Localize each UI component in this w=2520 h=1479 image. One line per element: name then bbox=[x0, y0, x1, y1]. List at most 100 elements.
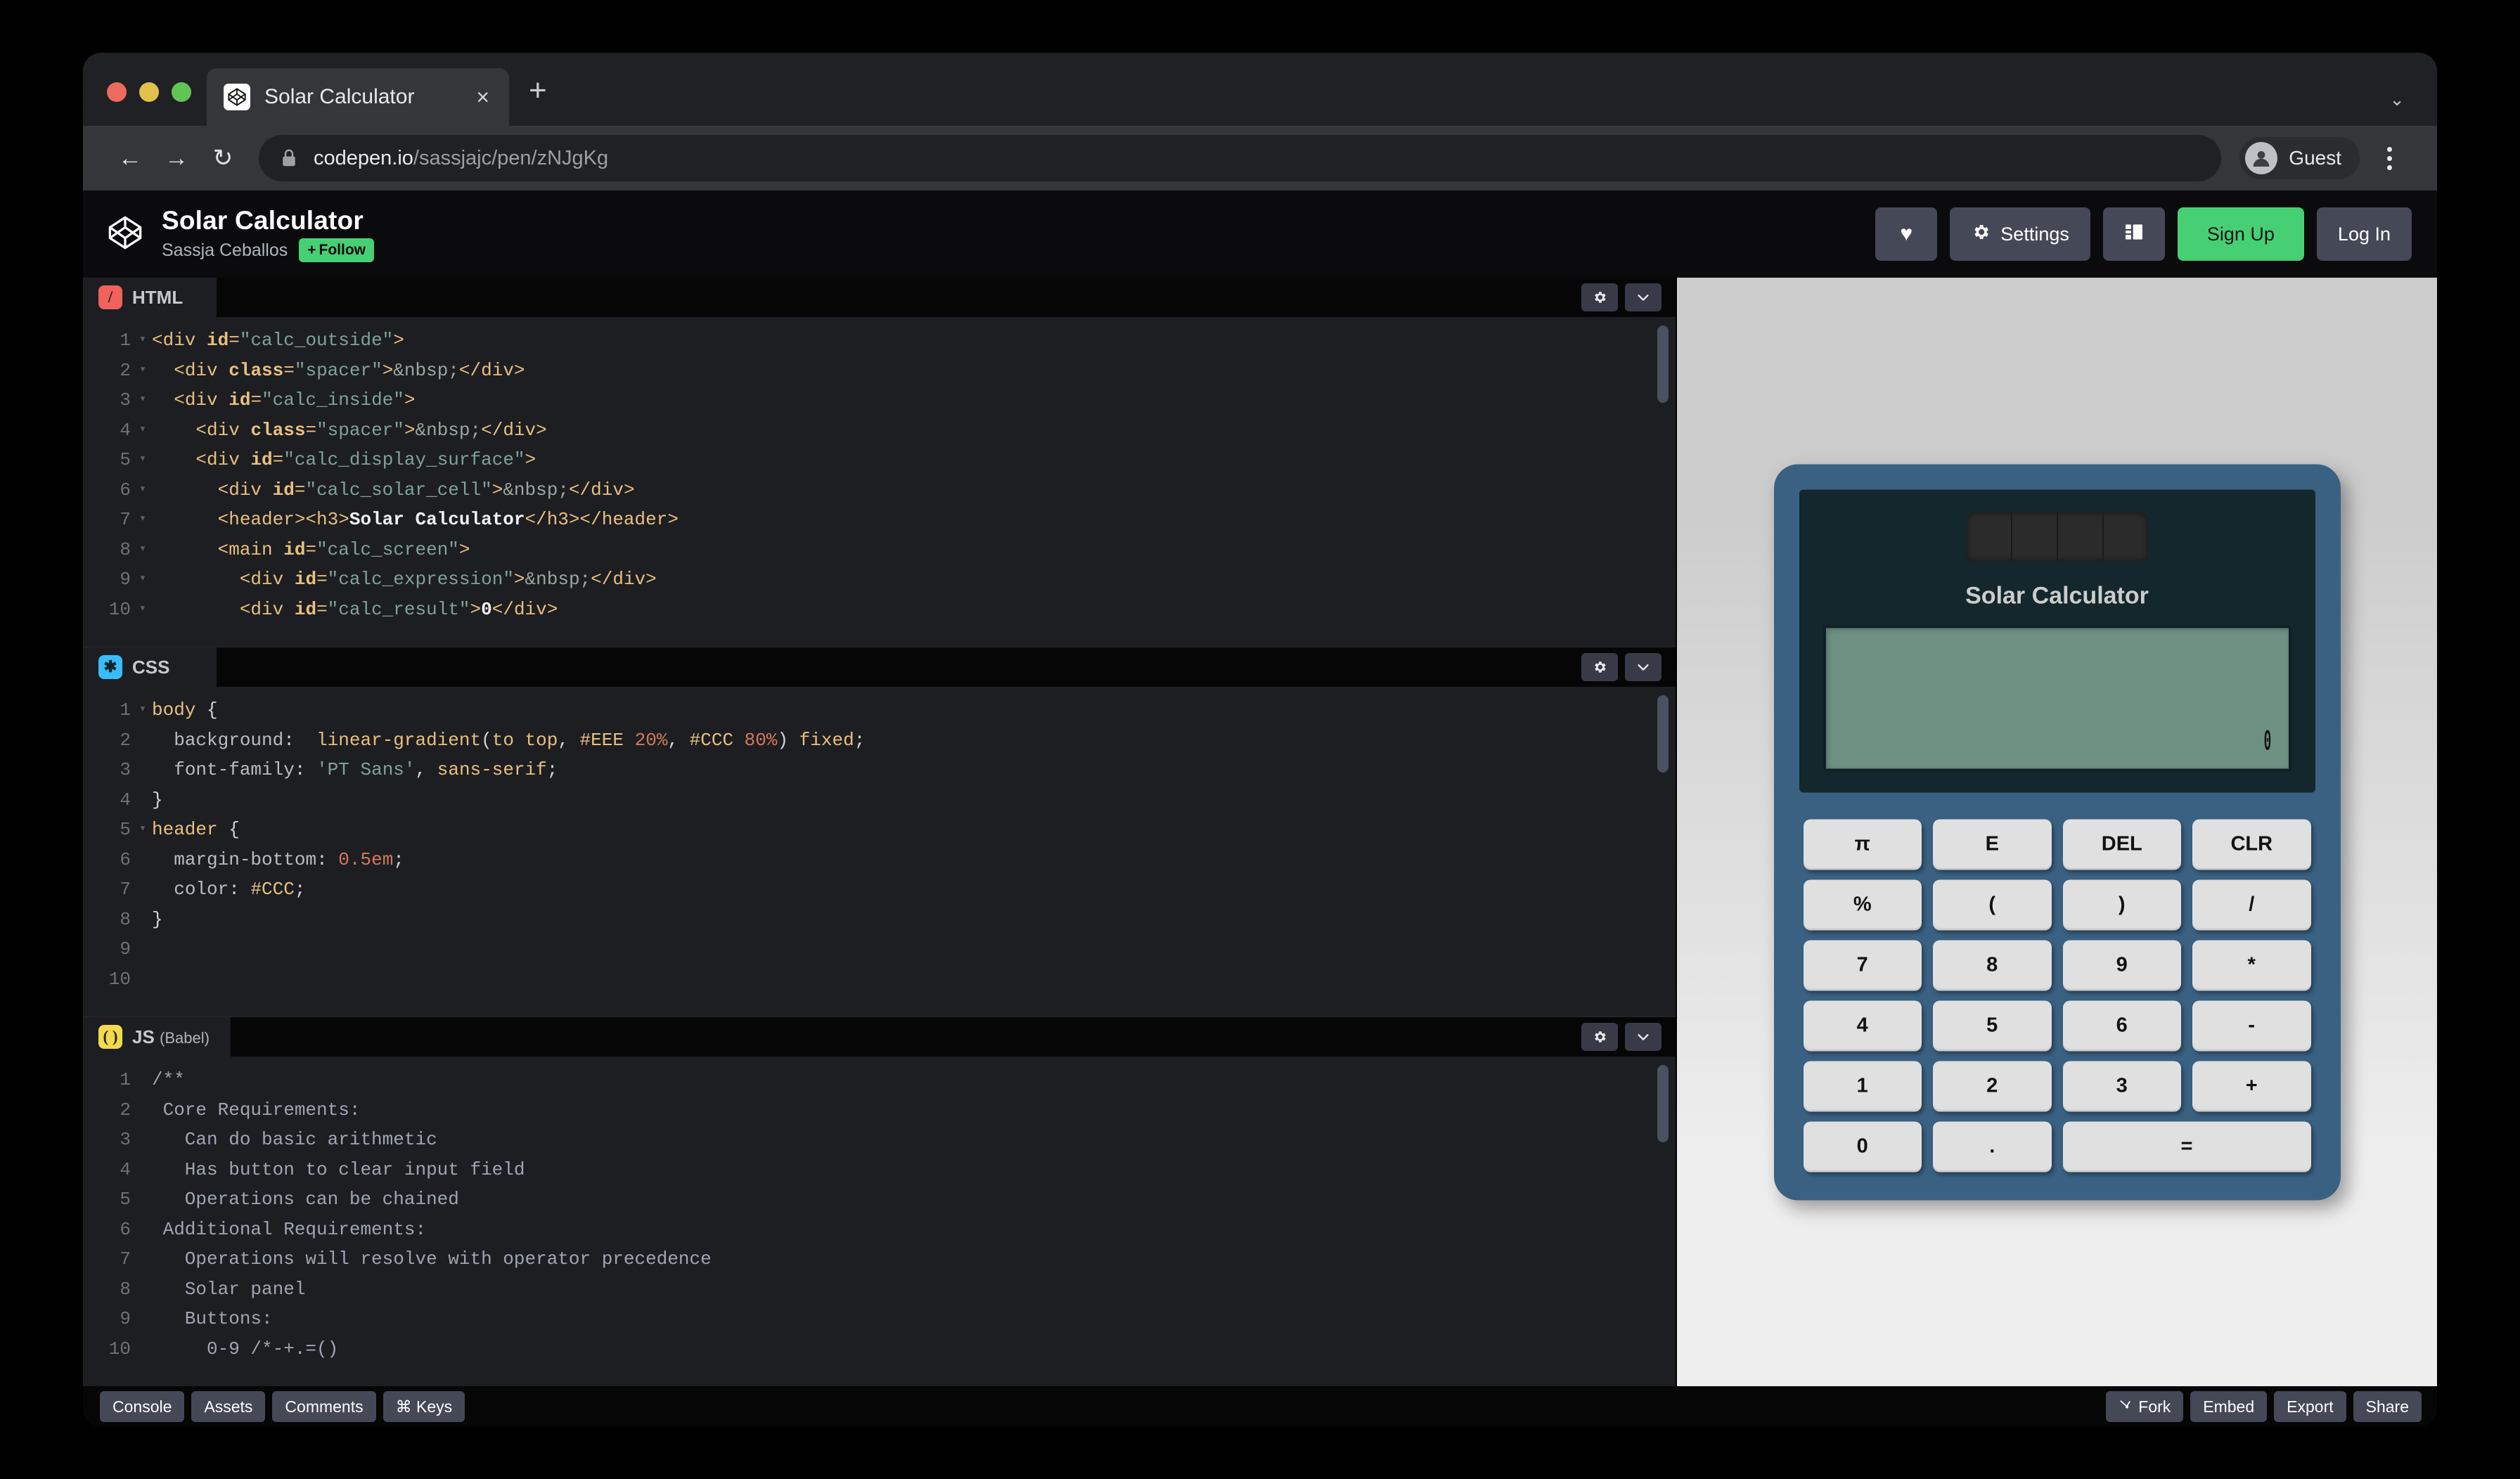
fold-arrow-icon[interactable]: ▾ bbox=[134, 356, 152, 386]
gear-icon[interactable] bbox=[1581, 1023, 1618, 1051]
calc-key-9[interactable]: 9 bbox=[2062, 940, 2181, 990]
close-tab-icon[interactable]: × bbox=[470, 83, 495, 111]
profile-button[interactable]: Guest bbox=[2239, 137, 2360, 179]
calc-key-[interactable]: + bbox=[2192, 1061, 2311, 1111]
line-number: 10 bbox=[108, 968, 131, 990]
codepen-favicon-icon bbox=[224, 84, 250, 110]
layout-toggle-button[interactable] bbox=[2102, 207, 2165, 261]
sign-up-button[interactable]: Sign Up bbox=[2177, 207, 2304, 261]
code-line: 8 Solar panel bbox=[83, 1274, 1676, 1305]
chevron-down-icon[interactable] bbox=[1625, 1023, 1661, 1051]
codepen-app: Solar Calculator Sassja Ceballos + Follow… bbox=[83, 190, 2437, 1427]
bottom-bar-comments-button[interactable]: Comments bbox=[272, 1391, 376, 1422]
calc-key-7[interactable]: 7 bbox=[1803, 940, 1922, 990]
minimize-window-button[interactable] bbox=[139, 82, 159, 102]
bottom-bar-share-button[interactable]: Share bbox=[2353, 1391, 2422, 1422]
calc-key-[interactable]: % bbox=[1803, 879, 1922, 930]
fold-arrow-icon[interactable]: ▾ bbox=[134, 415, 152, 446]
calc-key-[interactable]: / bbox=[2192, 879, 2311, 930]
calc-key-[interactable]: ) bbox=[2062, 879, 2181, 930]
code-line: 5 Operations can be chained bbox=[83, 1184, 1676, 1215]
editor-scrollbar-thumb[interactable] bbox=[1657, 695, 1669, 773]
back-button[interactable]: ← bbox=[107, 135, 153, 181]
address-bar[interactable]: codepen.io/sassjajc/pen/zNJgKg bbox=[259, 135, 2222, 181]
calculator-display-surface: Solar Calculator 0 bbox=[1799, 489, 2315, 792]
log-in-button[interactable]: Log In bbox=[2316, 207, 2412, 261]
code-text: body { bbox=[152, 699, 218, 721]
calc-key-8[interactable]: 8 bbox=[1933, 940, 2052, 990]
code-text: Has button to clear input field bbox=[152, 1158, 525, 1180]
chevron-down-icon[interactable] bbox=[1625, 283, 1661, 311]
bottom-bar-assets-button[interactable]: Assets bbox=[191, 1391, 266, 1422]
reload-button[interactable]: ↻ bbox=[200, 135, 246, 181]
fold-arrow-icon[interactable]: ▾ bbox=[134, 564, 152, 595]
calc-key-[interactable]: . bbox=[1933, 1121, 2052, 1172]
calc-key-[interactable]: * bbox=[2192, 940, 2311, 990]
gear-icon[interactable] bbox=[1581, 653, 1618, 681]
fold-arrow-icon[interactable]: ▾ bbox=[134, 595, 152, 625]
fold-arrow-icon[interactable]: ▾ bbox=[134, 385, 152, 415]
code-line: 1 ▾ <div id="calc_outside"> bbox=[83, 325, 1676, 356]
fold-arrow-icon[interactable]: ▾ bbox=[134, 475, 152, 505]
forward-button[interactable]: → bbox=[153, 135, 200, 181]
browser-menu-button[interactable] bbox=[2370, 135, 2409, 181]
tab-css[interactable]: ✱ CSS bbox=[83, 647, 217, 687]
close-window-button[interactable] bbox=[107, 82, 127, 102]
code-text: margin-bottom: 0.5em; bbox=[174, 848, 404, 870]
codepen-logo-icon[interactable] bbox=[107, 214, 143, 254]
bottom-bar-keys-button[interactable]: ⌘ Keys bbox=[382, 1391, 465, 1422]
new-tab-button[interactable]: + bbox=[529, 75, 547, 106]
fold-arrow-icon[interactable]: ▾ bbox=[134, 695, 152, 725]
bottom-bar-embed-button[interactable]: Embed bbox=[2190, 1391, 2268, 1422]
code-line: 6 margin-bottom: 0.5em; bbox=[83, 845, 1676, 875]
bottom-bar-export-button[interactable]: Export bbox=[2274, 1391, 2346, 1422]
calc-key-CLR[interactable]: CLR bbox=[2192, 819, 2311, 870]
fold-arrow-icon[interactable]: ▾ bbox=[134, 535, 152, 565]
follow-button[interactable]: + Follow bbox=[299, 238, 375, 262]
editor-scrollbar-thumb[interactable] bbox=[1657, 325, 1669, 403]
chevron-down-icon[interactable]: ⌄ bbox=[2389, 89, 2405, 110]
code-line: 4 Has button to clear input field bbox=[83, 1155, 1676, 1185]
solar-cell-segment bbox=[2012, 512, 2058, 561]
code-text: Buttons: bbox=[152, 1308, 273, 1329]
calc-key-4[interactable]: 4 bbox=[1803, 1000, 1922, 1051]
calc-key-1[interactable]: 1 bbox=[1803, 1061, 1922, 1111]
calc-key-[interactable]: ( bbox=[1933, 879, 2052, 930]
bottom-bar-fork-button[interactable]: Fork bbox=[2106, 1391, 2184, 1422]
chevron-down-icon[interactable] bbox=[1625, 653, 1661, 681]
tab-js[interactable]: ( ) JS (Babel) bbox=[83, 1017, 231, 1057]
code-area-html[interactable]: 1 ▾ <div id="calc_outside"> 2 ▾ <div class="… bbox=[83, 317, 1676, 647]
calc-key-6[interactable]: 6 bbox=[2062, 1000, 2181, 1051]
fold-arrow-icon[interactable]: ▾ bbox=[134, 325, 152, 356]
menu-dot bbox=[2386, 155, 2392, 161]
url-host: codepen.io bbox=[314, 146, 413, 169]
code-area-css[interactable]: 1 ▾ body {2 background: linear-gradient(to… bbox=[83, 687, 1676, 1016]
calc-key-[interactable]: π bbox=[1803, 819, 1922, 870]
calc-key-[interactable]: - bbox=[2192, 1000, 2311, 1051]
code-text: <div id="calc_outside"> bbox=[152, 330, 404, 351]
code-text: <header><h3>Solar Calculator</h3></heade… bbox=[217, 509, 679, 530]
love-button[interactable]: ♥ bbox=[1875, 207, 1938, 261]
calc-key-DEL[interactable]: DEL bbox=[2062, 819, 2181, 870]
calc-key-5[interactable]: 5 bbox=[1933, 1000, 2052, 1051]
calc-key-3[interactable]: 3 bbox=[2062, 1061, 2181, 1111]
calc-key-E[interactable]: E bbox=[1933, 819, 2052, 870]
browser-tab[interactable]: Solar Calculator × bbox=[207, 68, 509, 126]
bottom-bar-console-button[interactable]: Console bbox=[100, 1391, 185, 1422]
calc-key-[interactable]: = bbox=[2062, 1121, 2311, 1172]
fold-arrow-icon[interactable]: ▾ bbox=[134, 505, 152, 535]
code-line: 9 bbox=[83, 934, 1676, 964]
tab-html[interactable]: / HTML bbox=[83, 278, 217, 317]
editor-scrollbar-thumb[interactable] bbox=[1657, 1065, 1669, 1142]
calc-key-0[interactable]: 0 bbox=[1803, 1121, 1922, 1172]
editors-column: / HTML 1 ▾ <div id="calc_outside"> 2 ▾ <div cl… bbox=[83, 278, 1676, 1386]
gear-icon[interactable] bbox=[1581, 283, 1618, 311]
maximize-window-button[interactable] bbox=[172, 82, 191, 102]
calc-key-2[interactable]: 2 bbox=[1933, 1061, 2052, 1111]
pen-author[interactable]: Sassja Ceballos bbox=[162, 240, 288, 261]
code-area-js[interactable]: 1/** 2 Core Requirements: 3 Can do basic a… bbox=[83, 1057, 1676, 1386]
fold-arrow-icon[interactable]: ▾ bbox=[134, 445, 152, 475]
fold-arrow-icon[interactable]: ▾ bbox=[134, 815, 152, 845]
editors-area: / HTML 1 ▾ <div id="calc_outside"> 2 ▾ <div cl… bbox=[83, 278, 2437, 1386]
settings-button[interactable]: Settings bbox=[1950, 207, 2090, 261]
